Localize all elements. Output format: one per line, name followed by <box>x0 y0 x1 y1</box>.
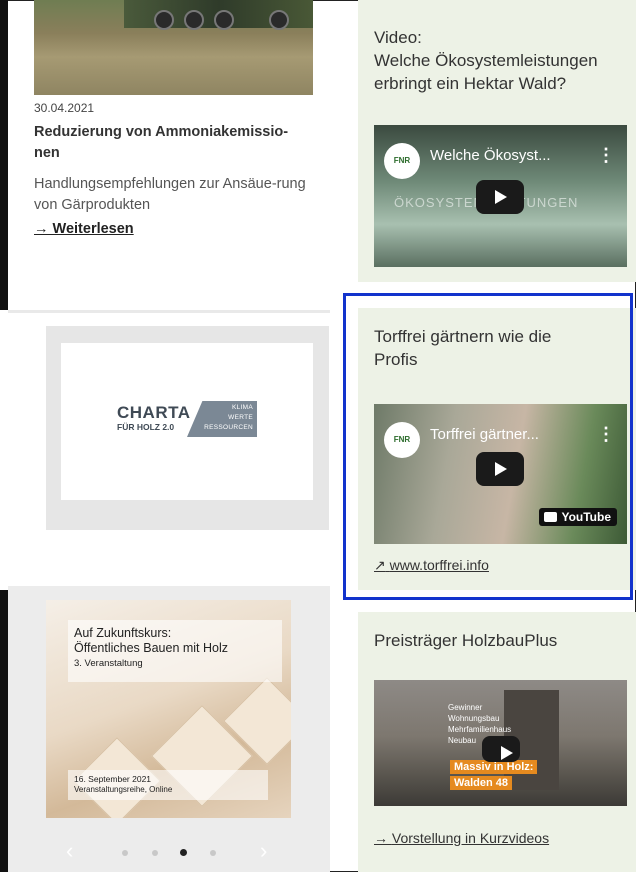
video-highlight: Walden 48 <box>450 776 512 790</box>
card-title-line1: Video: <box>374 28 422 47</box>
carousel-dot[interactable] <box>122 850 128 856</box>
article-image[interactable] <box>34 0 313 95</box>
charta-logo-word: CHARTA <box>117 403 191 422</box>
event-date: 16. September 2021 <box>74 774 152 784</box>
kurzvideos-link[interactable]: → Vorstellung in Kurzvideos <box>374 830 549 846</box>
wheel-shape <box>154 10 174 30</box>
play-button-icon[interactable] <box>482 736 520 762</box>
carousel-dot[interactable] <box>210 850 216 856</box>
video-title[interactable]: Welche Ökosyst... <box>430 147 551 164</box>
event-subtitle: 3. Veranstaltung <box>74 658 143 669</box>
article-headline[interactable]: Reduzierung von Ammoniakemissio-nen <box>34 122 304 164</box>
video-card-ecosystem: Video: Welche Ökosystemleistungen erbrin… <box>358 0 636 282</box>
section-divider <box>8 310 330 313</box>
event-slide[interactable]: Auf Zukunftskurs: Öffentliches Bauen mit… <box>46 600 291 818</box>
left-edge-gap <box>0 310 8 590</box>
video-player-ecosystem[interactable]: ÖKOSYSTEMLEISTUNGEN FNR Welche Ökosyst..… <box>374 125 627 267</box>
charta-teaser[interactable]: CHARTA FÜR HOLZ 2.0 KLIMA WERTE RESSOURC… <box>46 326 329 530</box>
charta-logo: CHARTA FÜR HOLZ 2.0 KLIMA WERTE RESSOURC… <box>117 401 257 439</box>
video-caption-line: Gewinner <box>448 703 483 712</box>
event-title: Auf Zukunftskurs: Öffentliches Bauen mit… <box>74 626 228 656</box>
card-title: Preisträger HolzbauPlus <box>374 631 558 650</box>
charta-card: CHARTA FÜR HOLZ 2.0 KLIMA WERTE RESSOURC… <box>61 343 313 500</box>
card-title: Video: Welche Ökosystemleistungen erbrin… <box>374 26 598 95</box>
wheel-shape <box>269 10 289 30</box>
charta-tag: WERTE <box>228 414 253 421</box>
event-title-line1: Auf Zukunftskurs: <box>74 626 172 640</box>
carousel-prev-button[interactable]: ‹ <box>66 838 73 864</box>
channel-avatar[interactable]: FNR <box>384 143 420 179</box>
read-more-link[interactable]: → Weiterlesen <box>34 221 134 237</box>
video-card-holzbauplus: Preisträger HolzbauPlus Gewinner Wohnung… <box>358 612 636 872</box>
event-title-line2: Öffentliches Bauen mit Holz <box>74 641 229 655</box>
charta-logo-sub: FÜR HOLZ 2.0 <box>117 422 175 432</box>
arrow-right-icon: → <box>374 830 388 846</box>
carousel-dot-active[interactable] <box>180 849 187 856</box>
carousel-nav: ‹ › <box>46 838 291 868</box>
article-teaser: Handlungsempfehlungen zur Ansäue-rung vo… <box>34 176 306 213</box>
article-date: 30.04.2021 <box>34 101 95 115</box>
video-caption-line: Wohnungsbau <box>448 714 500 723</box>
event-info: Veranstaltungsreihe, Online <box>74 785 173 794</box>
charta-tag: RESSOURCEN <box>204 424 253 431</box>
wheel-shape <box>184 10 204 30</box>
kurzvideos-link-text[interactable]: Vorstellung in Kurzvideos <box>392 830 549 846</box>
selection-highlight-box <box>343 293 633 600</box>
video-caption-line: Mehrfamilienhaus <box>448 725 512 734</box>
carousel-next-button[interactable]: › <box>260 838 267 864</box>
card-title-line3: erbringt ein Hektar Wald? <box>374 74 567 93</box>
charta-tag: KLIMA <box>231 404 253 411</box>
video-highlight: Massiv in Holz: <box>450 760 538 774</box>
carousel-dot[interactable] <box>152 850 158 856</box>
wheel-shape <box>214 10 234 30</box>
card-title-line2: Welche Ökosystemleistungen <box>374 51 598 70</box>
play-button-icon[interactable] <box>476 180 524 214</box>
charta-logo-band: KLIMA WERTE RESSOURCEN <box>187 401 257 437</box>
more-options-icon[interactable]: ⋮ <box>597 145 615 166</box>
video-player-holzbauplus[interactable]: Gewinner Wohnungsbau Mehrfamilienhaus Ne… <box>374 680 627 806</box>
